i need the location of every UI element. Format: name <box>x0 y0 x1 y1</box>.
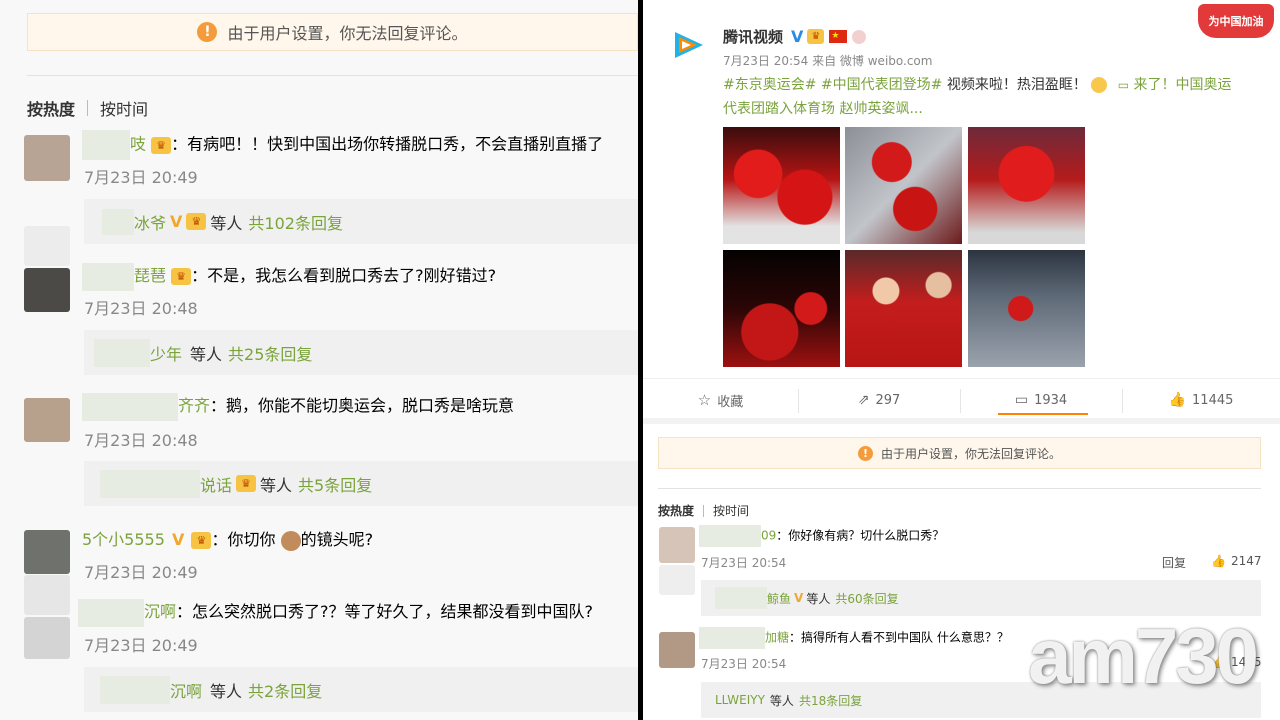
avatar[interactable] <box>659 527 695 563</box>
vip-crown-icon: ♛ <box>151 136 172 154</box>
blurred-username <box>699 525 761 547</box>
reply-count-link[interactable]: 共18条回复 <box>799 692 862 709</box>
avatar[interactable] <box>24 268 70 312</box>
blurred-username <box>82 262 134 291</box>
right-post-panel: 为中国加油 腾讯视频 V ♛ ★ 7月23日 20:54 来自 微博 weibo… <box>643 0 1280 720</box>
comment-time: 7月23日 20:54 <box>701 556 787 570</box>
comment-time: 7月23日 20:48 <box>84 299 198 318</box>
verified-icon: V <box>791 27 804 46</box>
avatar[interactable] <box>24 530 70 574</box>
reply-count-link[interactable]: 共102条回复 <box>248 210 343 234</box>
comment-username[interactable]: 吱 <box>130 135 146 154</box>
comment-time: 7月23日 20:49 <box>84 168 198 187</box>
comment-item: 沉啊：怎么突然脱口秀了?？等了好久了，结果都没看到中国队? <box>78 598 593 627</box>
sort-time-tab[interactable]: 按时间 <box>713 502 749 519</box>
blurred-username <box>82 392 178 421</box>
star-icon: ☆ <box>697 391 712 409</box>
verified-icon: V <box>170 212 183 231</box>
reply-count-link[interactable]: 共5条回复 <box>298 472 372 496</box>
favorite-button[interactable]: ☆ 收藏 <box>643 391 798 410</box>
comment-item: 09：你好像有病？切什么脱口秀？ <box>699 525 944 547</box>
avatar[interactable] <box>24 398 70 442</box>
active-tab-indicator <box>998 413 1088 415</box>
video-link-icon: ▭ <box>1117 78 1130 92</box>
like-button[interactable]: 👍 11445 <box>1122 392 1280 408</box>
vip-crown-icon: ♛ <box>807 29 825 44</box>
divider <box>27 75 638 76</box>
repost-button[interactable]: ⇗ 297 <box>798 392 960 408</box>
blurred-username <box>699 627 765 649</box>
video-link[interactable]: 来了！中国奥运 <box>1129 77 1232 93</box>
photo-thumbnail[interactable] <box>845 250 962 367</box>
photo-thumbnail[interactable] <box>723 127 840 244</box>
reply-summary[interactable]: 沉啊 等人 共2条回复 <box>84 667 638 712</box>
photo-thumbnail[interactable] <box>968 250 1085 367</box>
hashtag-link[interactable]: #东京奥运会# #中国代表团登场# <box>723 77 942 93</box>
photo-thumbnail[interactable] <box>968 127 1085 244</box>
warning-icon: ! <box>197 22 218 42</box>
warning-icon: ! <box>857 445 873 461</box>
reply-summary[interactable]: 少年 等人 共25条回复 <box>84 330 638 375</box>
sort-hot-tab[interactable]: 按热度 <box>658 502 694 519</box>
comment-item: 吱 ♛ ：有病吧！！快到中国出场你转播脱口秀，不会直播别直播了 <box>82 130 603 160</box>
sort-bar: 按热度 按时间 <box>658 502 749 519</box>
reply-count-link[interactable]: 共25条回复 <box>228 341 312 365</box>
china-flag-icon: ★ <box>829 30 848 43</box>
comment-text: ：有病吧！！快到中国出场你转播脱口秀，不会直播别直播了 <box>171 134 604 154</box>
reply-count-link[interactable]: 共60条回复 <box>835 590 898 607</box>
verified-icon: V <box>794 591 804 605</box>
sort-bar: 按热度 按时间 <box>27 96 148 120</box>
avatar[interactable] <box>24 617 70 659</box>
post-text-line-1: #东京奥运会# #中国代表团登场# 视频来啦！热泪盈眶！ ▭ 来了！中国奥运 <box>723 77 1232 93</box>
vip-crown-icon: ♛ <box>191 532 212 549</box>
comment-item: 琵琶 ♛ ：不是，我怎么看到脱口秀去了?刚好错过? <box>82 262 496 291</box>
blurred-username <box>78 598 144 627</box>
comment-time: 7月23日 20:49 <box>84 636 198 655</box>
comment-item: 加糖：搞得所有人看不到中国队 什么意思？？ <box>699 627 1009 649</box>
action-bar: ☆ 收藏 ⇗ 297 ▭ 1934 👍 11445 <box>643 386 1280 414</box>
reply-disabled-notice: ! 由于用户设置，你无法回复评论。 <box>658 437 1261 469</box>
sort-hot-tab[interactable]: 按热度 <box>27 96 75 120</box>
photo-thumbnail[interactable] <box>723 250 840 367</box>
comment-icon: ▭ <box>1014 392 1029 408</box>
comment-time: 7月23日 20:49 <box>84 563 198 582</box>
comment-time: 7月23日 20:54 <box>701 657 787 671</box>
reply-summary[interactable]: 冰爷 V ♛ 等人 共102条回复 <box>84 199 638 244</box>
share-icon: ⇗ <box>857 392 870 408</box>
am730-watermark: am730 <box>1028 612 1259 700</box>
reply-disabled-notice: ! 由于用户设置，你无法回复评论。 <box>27 13 638 51</box>
blurred-username <box>82 130 130 160</box>
reply-summary[interactable]: 说话 ♛ 等人 共5条回复 <box>84 461 638 506</box>
cheer-china-banner: 为中国加油 <box>1198 4 1274 38</box>
comment-item: 齐齐：鹅，你能不能切奥运会，脱口秀是啥玩意 <box>82 392 514 421</box>
vip-crown-icon: ♛ <box>186 213 207 230</box>
vip-crown-icon: ♛ <box>236 475 257 492</box>
post-text-line-2[interactable]: 代表团踏入体育场 赵帅英姿飒... <box>723 98 923 118</box>
comment-item: 5个小5555 V ♛ ：你切你 的镜头呢? <box>82 530 374 551</box>
comment-button[interactable]: ▭ 1934 <box>960 392 1122 408</box>
post-header: 腾讯视频 V ♛ ★ <box>723 26 867 47</box>
sort-time-tab[interactable]: 按时间 <box>100 96 148 120</box>
reply-count-link[interactable]: 共2条回复 <box>248 678 322 702</box>
tencent-video-logo-icon[interactable] <box>669 26 707 64</box>
thumbs-up-icon: 👍 <box>1211 554 1226 568</box>
emoji-face-icon <box>280 530 301 551</box>
reply-button[interactable]: 回复 <box>1162 554 1186 571</box>
vip-crown-icon: ♛ <box>171 268 192 285</box>
account-name[interactable]: 腾讯视频 <box>723 26 783 47</box>
sticker-icon <box>852 29 867 44</box>
post-meta: 7月23日 20:54 来自 微博 weibo.com <box>723 54 933 68</box>
crying-emoji-icon <box>1091 77 1108 93</box>
comment-time: 7月23日 20:48 <box>84 431 198 450</box>
thumbs-up-icon: 👍 <box>1168 392 1187 408</box>
left-comments-panel: ! 由于用户设置，你无法回复评论。 按热度 按时间 吱 ♛ ：有病吧！！快到中国出… <box>0 0 638 720</box>
photo-thumbnail[interactable] <box>845 127 962 244</box>
avatar[interactable] <box>659 632 695 668</box>
avatar[interactable] <box>24 135 70 181</box>
verified-icon: V <box>172 530 185 549</box>
comment-like-button[interactable]: 👍 2147 <box>1211 554 1262 568</box>
